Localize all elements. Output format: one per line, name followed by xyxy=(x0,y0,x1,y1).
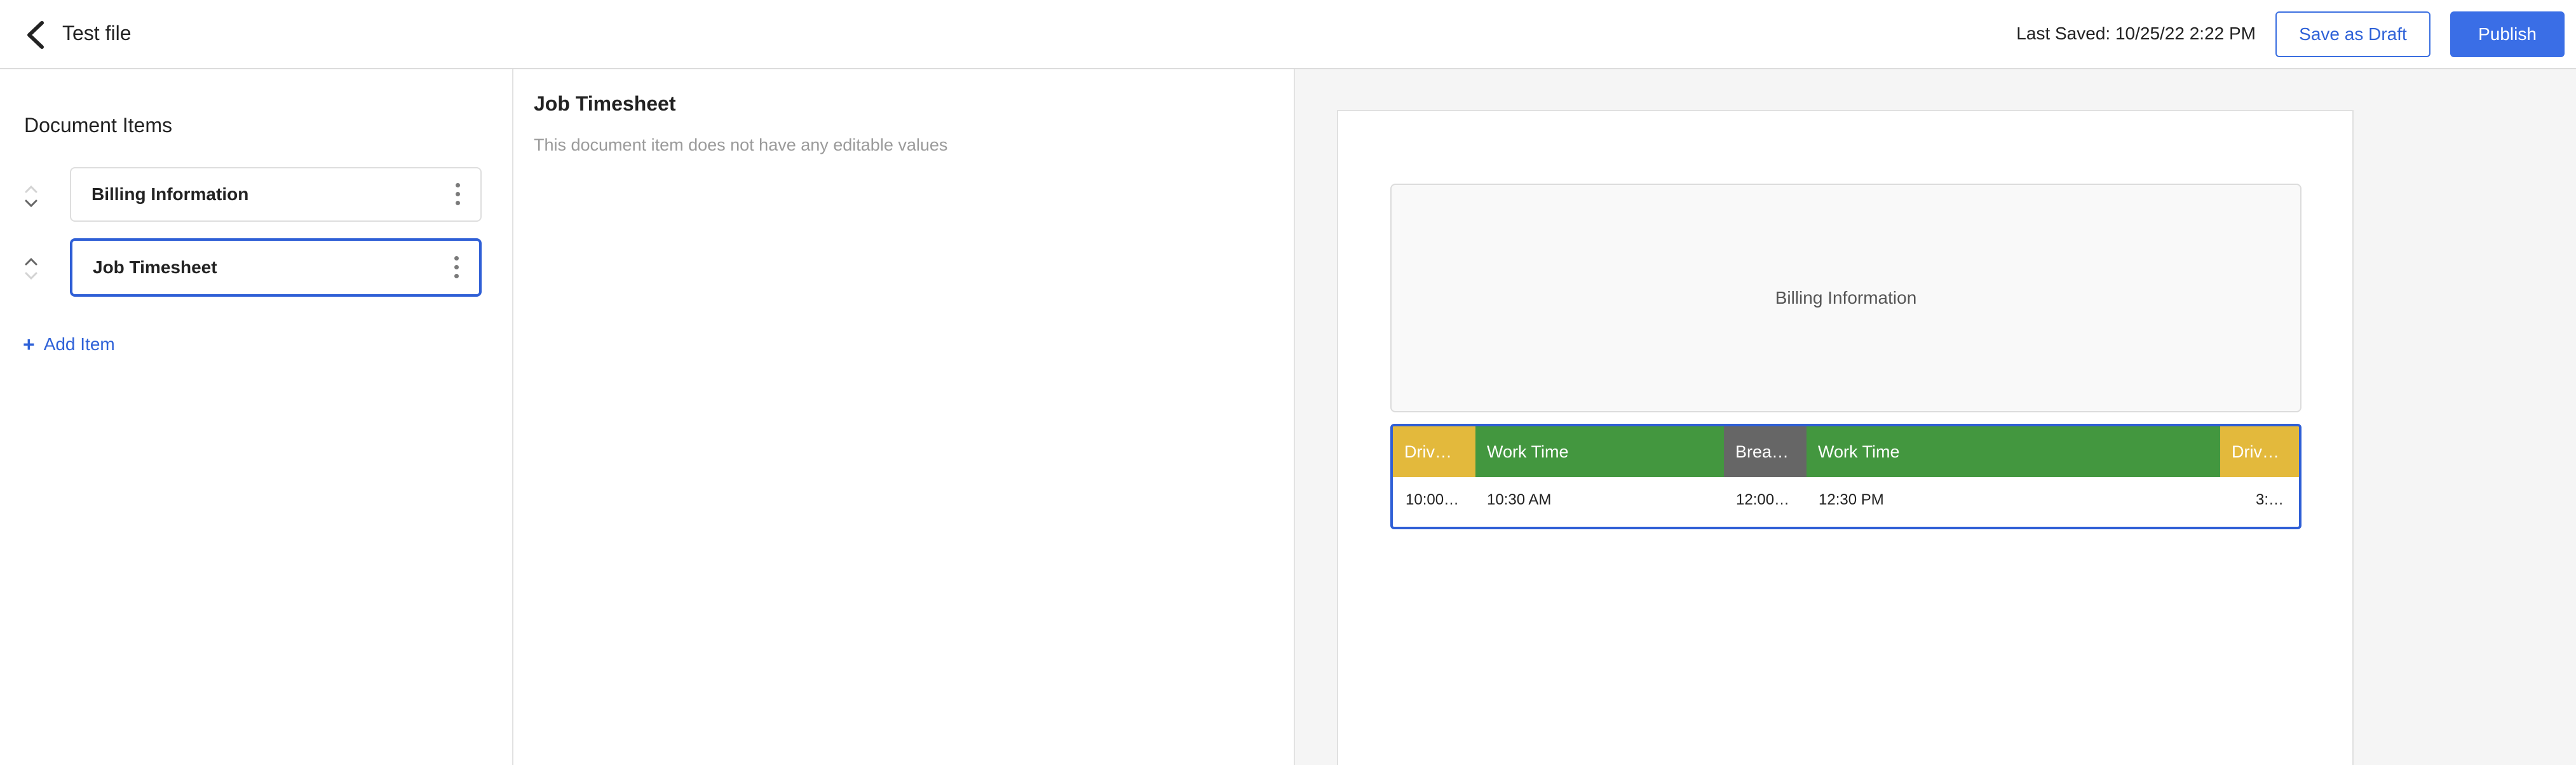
billing-information-block[interactable]: Billing Information xyxy=(1390,184,2301,412)
reorder-arrows-icon[interactable] xyxy=(22,179,41,215)
editor-title: Job Timesheet xyxy=(534,92,676,115)
add-item-label: Add Item xyxy=(43,334,115,354)
more-options-icon[interactable] xyxy=(452,256,460,279)
top-bar: Test file Last Saved: 10/25/22 2:22 PM S… xyxy=(0,0,2576,69)
move-down-icon xyxy=(25,200,37,208)
move-down-icon xyxy=(25,272,37,280)
document-items-panel: Document Items Billing Information Job T… xyxy=(0,69,513,765)
chevron-left-icon[interactable] xyxy=(23,19,48,51)
document-item-label: Billing Information xyxy=(92,184,249,204)
timesheet-bar: Driv… Work Time Brea… Work Time Driv… xyxy=(1393,426,2299,477)
timesheet-segment-work: Work Time xyxy=(1475,426,1724,477)
timesheet-time-label: 10:00… xyxy=(1406,491,1460,508)
document-page: Billing Information Driv… Work Time Brea… xyxy=(1337,110,2354,765)
last-saved-status: Last Saved: 10/25/22 2:22 PM xyxy=(2016,24,2256,43)
move-up-icon xyxy=(25,185,37,193)
timesheet-time-label: 10:30 AM xyxy=(1487,491,1552,508)
item-editor-panel: Job Timesheet This document item does no… xyxy=(513,69,1295,765)
timesheet-segment-drive: Driv… xyxy=(2220,426,2299,477)
timesheet-time-label: 12:30 PM xyxy=(1819,491,1884,508)
save-as-draft-button[interactable]: Save as Draft xyxy=(2275,11,2430,57)
move-up-icon xyxy=(25,257,37,266)
file-title: Test file xyxy=(62,22,132,44)
timesheet-time-label: 3:… xyxy=(2256,491,2284,508)
plus-icon: + xyxy=(23,333,35,356)
reorder-arrows-icon[interactable] xyxy=(22,252,41,287)
publish-button[interactable]: Publish xyxy=(2450,11,2565,57)
timesheet-segment-work: Work Time xyxy=(1807,426,2220,477)
job-timesheet-block[interactable]: Driv… Work Time Brea… Work Time Driv… 10… xyxy=(1390,424,2301,529)
editor-empty-note: This document item does not have any edi… xyxy=(534,135,948,154)
timesheet-times: 10:00… 10:30 AM 12:00… 12:30 PM 3:… xyxy=(1393,477,2299,527)
document-items-heading: Document Items xyxy=(24,114,172,137)
timesheet-time-label: 12:00… xyxy=(1736,491,1790,508)
document-item-job-timesheet[interactable]: Job Timesheet xyxy=(70,238,482,297)
add-item-button[interactable]: + Add Item xyxy=(23,333,115,356)
timesheet-segment-drive: Driv… xyxy=(1393,426,1475,477)
document-preview-panel: Billing Information Driv… Work Time Brea… xyxy=(1295,69,2576,765)
document-item-label: Job Timesheet xyxy=(93,257,217,277)
document-item-billing-information[interactable]: Billing Information xyxy=(70,167,482,222)
more-options-icon[interactable] xyxy=(454,183,461,206)
timesheet-segment-break: Brea… xyxy=(1724,426,1807,477)
